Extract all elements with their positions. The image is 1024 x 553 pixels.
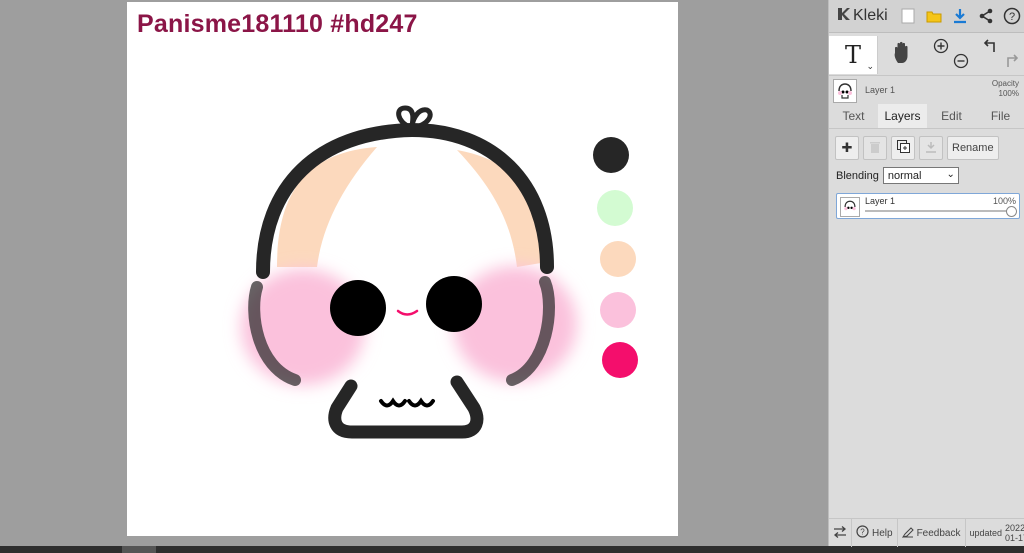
- zoom-in-icon[interactable]: [933, 38, 949, 59]
- blending-value: normal: [887, 169, 922, 182]
- panel-tabs: Text Layers Edit File: [829, 104, 1024, 129]
- rename-layer-button[interactable]: Rename: [947, 136, 999, 160]
- hands-left: [379, 397, 407, 408]
- tab-file[interactable]: File: [976, 104, 1024, 128]
- palette-swatch: [593, 137, 629, 173]
- palette-swatch: [600, 292, 636, 328]
- body-outline: [328, 375, 484, 439]
- help-label: Help: [872, 527, 893, 539]
- canvas-drawing: [241, 105, 638, 439]
- left-eye: [330, 280, 386, 336]
- help-icon[interactable]: ?: [999, 3, 1024, 29]
- delete-layer-icon: [870, 141, 880, 156]
- chevron-down-icon: ⌄: [946, 169, 955, 180]
- opacity-value: 100%: [998, 89, 1019, 98]
- help-button[interactable]: ? Help: [852, 519, 898, 547]
- tab-edit[interactable]: Edit: [927, 104, 976, 128]
- updated-date: 2022-01-17: [1005, 523, 1024, 543]
- help-circle-icon: ?: [856, 525, 869, 541]
- redo-icon[interactable]: [1003, 53, 1019, 74]
- feedback-label: Feedback: [916, 527, 961, 539]
- download-icon[interactable]: [947, 3, 973, 29]
- text-tool-button[interactable]: T ⌄: [829, 36, 878, 74]
- current-layer-opacity: Opacity 100%: [992, 79, 1019, 99]
- top-toolbar: Kleki ?: [829, 0, 1024, 33]
- mouth: [396, 309, 419, 316]
- blending-select[interactable]: normal ⌄: [882, 167, 959, 184]
- text-tool-glyph: T: [844, 41, 861, 69]
- drawing-canvas[interactable]: Panisme181110 #hd247: [127, 2, 678, 536]
- layer-opacity-slider[interactable]: [865, 210, 1013, 212]
- bottom-bar: [0, 546, 1024, 553]
- layer-list-item[interactable]: Layer 1 100%: [836, 193, 1020, 219]
- current-layer-info: Layer 1 Opacity 100%: [829, 76, 1024, 103]
- palette-swatch: [600, 241, 636, 277]
- add-layer-button[interactable]: ✚: [835, 136, 859, 160]
- color-palette: [593, 137, 638, 378]
- panel-footer: ? Help Feedback updated 2022-01-17: [829, 518, 1024, 547]
- layer-thumbnail: [833, 79, 857, 103]
- duplicate-layer-icon: [896, 140, 910, 156]
- swap-icon: [833, 525, 847, 541]
- layer-tools: ✚ Rename: [835, 136, 999, 160]
- share-icon[interactable]: [973, 3, 999, 29]
- updated-label: updated: [969, 528, 1003, 538]
- layer-item-opacity: 100%: [992, 196, 1016, 206]
- hands-right: [407, 397, 435, 408]
- feedback-button[interactable]: Feedback: [898, 519, 966, 547]
- zoom-out-icon[interactable]: [953, 53, 969, 74]
- palette-swatch: [602, 342, 638, 378]
- current-layer-name: Layer 1: [865, 85, 896, 95]
- skin-patch-left: [277, 147, 377, 267]
- canvas-title: Panisme181110 #hd247: [137, 10, 418, 38]
- canvas-workspace[interactable]: Panisme181110 #hd247: [0, 0, 828, 546]
- right-sidebar: Kleki ? T ⌄ Layer 1 Opacity 100% Text La…: [828, 0, 1024, 547]
- svg-text:?: ?: [1009, 11, 1015, 23]
- merge-down-icon: [925, 141, 937, 156]
- history-controls: [979, 36, 1023, 74]
- tab-layers[interactable]: Layers: [878, 104, 927, 128]
- blending-label: Blending: [836, 169, 879, 182]
- app-name: Kleki: [853, 7, 888, 24]
- hair-sprout: [396, 105, 433, 130]
- hand-icon: [892, 41, 914, 70]
- updated-info: updated 2022-01-17: [966, 519, 1024, 547]
- kleki-logo-icon: [835, 6, 851, 27]
- tool-row: T ⌄: [829, 33, 1024, 76]
- layer-item-name: Layer 1: [865, 196, 896, 206]
- right-eye: [426, 276, 482, 332]
- tab-text[interactable]: Text: [829, 104, 878, 128]
- text-tool-dropdown-caret[interactable]: ⌄: [866, 61, 874, 72]
- scroll-thumb[interactable]: [122, 546, 156, 553]
- layer-item-thumbnail: [840, 197, 860, 217]
- undo-icon[interactable]: [983, 38, 999, 59]
- blending-control: Blending normal ⌄: [836, 167, 959, 184]
- swap-side-button[interactable]: [829, 519, 852, 547]
- opacity-label: Opacity: [991, 79, 1019, 88]
- hand-tool-button[interactable]: [887, 36, 919, 74]
- add-layer-icon: ✚: [841, 140, 853, 155]
- kleki-logo[interactable]: Kleki: [829, 6, 895, 27]
- open-folder-icon[interactable]: [921, 3, 947, 29]
- merge-down-button[interactable]: [919, 136, 943, 160]
- zoom-controls: [929, 36, 973, 74]
- new-file-icon[interactable]: [895, 3, 921, 29]
- duplicate-layer-button[interactable]: [891, 136, 915, 160]
- palette-swatch: [597, 190, 633, 226]
- delete-layer-button[interactable]: [863, 136, 887, 160]
- layer-opacity-slider-knob[interactable]: [1006, 206, 1017, 217]
- svg-text:?: ?: [860, 528, 865, 537]
- feedback-icon: [901, 526, 914, 541]
